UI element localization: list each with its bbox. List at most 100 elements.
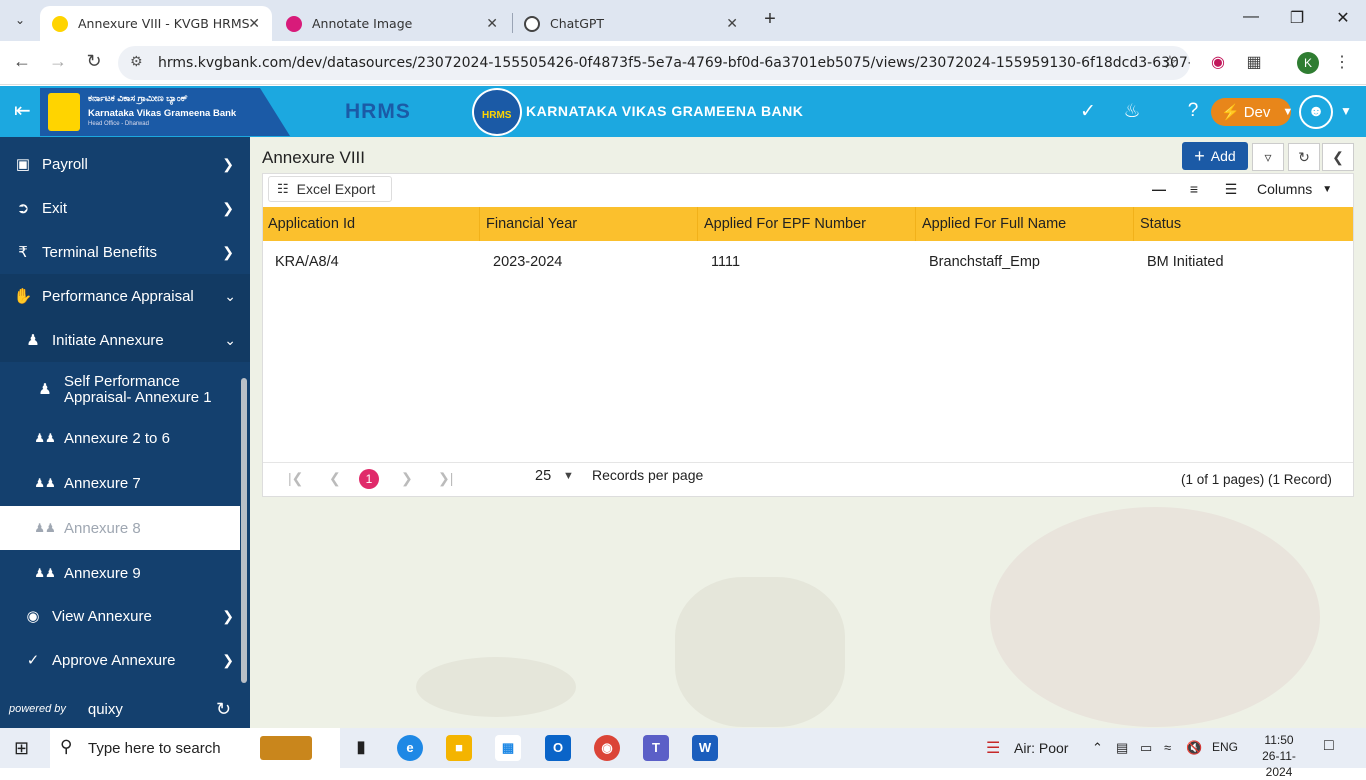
columns-dropdown[interactable]: Columns ▼	[1249, 177, 1345, 201]
browser-tab-active[interactable]: Annexure VIII - KVGB HRMS ✕	[40, 6, 272, 41]
column-divider[interactable]	[915, 207, 916, 241]
reload-icon[interactable]: ↻	[82, 51, 106, 72]
excel-export-button[interactable]: ☷ Excel Export	[268, 176, 392, 202]
column-header[interactable]: Applied For Full Name	[922, 216, 1066, 232]
chrome-icon[interactable]: ◉	[594, 735, 620, 761]
column-header[interactable]: Application Id	[268, 216, 355, 232]
user-avatar-icon[interactable]: ☻	[1299, 95, 1333, 129]
page-size-select[interactable]: 25	[535, 468, 551, 484]
restore-icon[interactable]: ❐	[1282, 8, 1312, 28]
address-bar[interactable]: ⚙ hrms.kvgbank.com/dev/datasources/23072…	[118, 46, 1190, 80]
caret-down-icon[interactable]: ▼	[563, 470, 574, 482]
menu-collapse-icon[interactable]: ⇤	[14, 98, 31, 123]
tasks-check-icon[interactable]: ✓	[1076, 100, 1100, 123]
table-cell[interactable]: 1111	[711, 254, 740, 270]
column-header[interactable]: Status	[1140, 216, 1181, 232]
exit-icon: ➲	[16, 200, 30, 217]
table-cell[interactable]: 2023-2024	[493, 254, 562, 270]
minimize-icon[interactable]: —	[1236, 8, 1266, 26]
collapse-icon[interactable]: ❮	[1322, 143, 1354, 171]
users-icon: ♟♟	[34, 566, 56, 580]
language-indicator[interactable]: ENG	[1212, 740, 1238, 754]
wifi-icon[interactable]: ≈	[1164, 740, 1171, 755]
extension-icon[interactable]: ◉	[1208, 52, 1228, 72]
clock-date: 26-11-2024	[1262, 749, 1296, 779]
prev-page-icon[interactable]: ❮	[329, 470, 341, 487]
windows-start-icon[interactable]: ⊞	[14, 738, 29, 759]
notification-center-icon[interactable]: □	[1324, 737, 1334, 755]
refresh-icon[interactable]: ↻	[1288, 143, 1320, 171]
column-divider[interactable]	[1133, 207, 1134, 241]
air-quality-text[interactable]: Air: Poor	[1014, 740, 1068, 756]
chevron-up-icon[interactable]: ⌃	[1092, 740, 1103, 756]
normal-view-icon[interactable]: ≡	[1180, 177, 1208, 201]
taskbar-search[interactable]: ⚲ Type here to search	[50, 728, 340, 768]
sidebar-item-performance-appraisal[interactable]: ✋ Performance Appraisal ⌄	[0, 274, 250, 318]
background-image	[416, 657, 576, 717]
taskbar-clock[interactable]: 11:50 26-11-2024	[1252, 732, 1306, 780]
kebab-menu-icon[interactable]: ⋮	[1332, 52, 1352, 72]
puzzle-icon[interactable]: ▦	[1244, 52, 1264, 72]
column-header[interactable]: Applied For EPF Number	[704, 216, 866, 232]
bookmark-star-icon[interactable]: ☆	[1162, 52, 1178, 73]
close-tab-icon[interactable]: ✕	[726, 16, 738, 32]
file-explorer-icon[interactable]: ■	[446, 735, 472, 761]
sidebar-item-view-annexure[interactable]: ◉ View Annexure ❯	[0, 594, 240, 638]
environment-switcher[interactable]: ⚡ Dev ▼	[1211, 98, 1293, 126]
edge-icon[interactable]: e	[397, 735, 423, 761]
close-tab-icon[interactable]: ✕	[248, 16, 260, 32]
word-icon[interactable]: W	[692, 735, 718, 761]
column-header[interactable]: Financial Year	[486, 216, 577, 232]
tab-search-dropdown[interactable]: ⌄	[8, 8, 32, 32]
browser-tab[interactable]: ChatGPT ✕	[512, 6, 750, 41]
sidebar-item-approve-annexure[interactable]: ✓ Approve Annexure ❯	[0, 638, 240, 682]
outlook-icon[interactable]: O	[545, 735, 571, 761]
new-tab-icon[interactable]: +	[758, 8, 782, 31]
table-cell[interactable]: BM Initiated	[1147, 254, 1224, 270]
browser-tab[interactable]: Annotate Image ✕	[274, 6, 510, 41]
column-divider[interactable]	[479, 207, 480, 241]
back-icon[interactable]: ←	[10, 51, 34, 72]
sidebar-item-initiate-annexure[interactable]: ♟ Initiate Annexure ⌄	[0, 318, 250, 362]
sidebar-item-exit[interactable]: ➲ Exit ❯	[0, 186, 240, 230]
sidebar-item-annexure-2-6[interactable]: ♟♟ Annexure 2 to 6	[0, 416, 240, 460]
sidebar-scrollbar[interactable]	[241, 378, 247, 683]
close-window-icon[interactable]: ✕	[1328, 8, 1358, 28]
column-divider[interactable]	[697, 207, 698, 241]
store-icon[interactable]: ▦	[495, 735, 521, 761]
first-page-icon[interactable]: |❮	[288, 470, 303, 487]
last-page-icon[interactable]: ❯|	[438, 470, 453, 487]
columns-label: Columns	[1257, 181, 1313, 197]
sidebar-item-terminal-benefits[interactable]: ₹ Terminal Benefits ❯	[0, 230, 240, 274]
notification-bell-icon[interactable]: ♨	[1120, 100, 1144, 123]
sidebar-item-label: Annexure 2 to 6	[64, 429, 170, 447]
filter-icon[interactable]: ▿	[1252, 143, 1284, 171]
table-cell[interactable]: KRA/A8/4	[275, 254, 339, 270]
site-info-icon[interactable]: ⚙	[130, 54, 143, 70]
help-icon[interactable]: ?	[1181, 100, 1205, 122]
sidebar-item-payroll[interactable]: ▣ Payroll ❯	[0, 142, 240, 186]
speaker-muted-icon[interactable]: 🔇	[1186, 740, 1202, 756]
sidebar-item-annexure-9[interactable]: ♟♟ Annexure 9	[0, 551, 240, 595]
refresh-icon[interactable]: ↻	[216, 699, 231, 720]
close-tab-icon[interactable]: ✕	[486, 16, 498, 32]
profile-avatar[interactable]: K	[1297, 52, 1319, 74]
user-menu-caret-icon[interactable]: ▼	[1340, 104, 1352, 118]
next-page-icon[interactable]: ❯	[401, 470, 413, 487]
battery-icon[interactable]: ▭	[1140, 740, 1152, 756]
sidebar-item-annexure-1[interactable]: ♟ Self Performance Appraisal- Annexure 1	[0, 370, 240, 410]
current-page[interactable]: 1	[359, 469, 379, 489]
teams-icon[interactable]: T	[643, 735, 669, 761]
sidebar-item-annexure-8[interactable]: ♟♟ Annexure 8	[0, 506, 240, 550]
forward-icon[interactable]: →	[46, 51, 70, 72]
task-view-icon[interactable]: ▮	[348, 735, 374, 761]
powered-by-text: powered by	[9, 703, 66, 715]
table-cell[interactable]: Branchstaff_Emp	[929, 254, 1040, 270]
comfortable-view-icon[interactable]: ☰	[1217, 177, 1245, 201]
compact-view-icon[interactable]: —	[1145, 177, 1173, 201]
add-button[interactable]: + Add	[1182, 142, 1248, 170]
chevron-right-icon: ❯	[222, 199, 234, 216]
sidebar-item-annexure-7[interactable]: ♟♟ Annexure 7	[0, 461, 240, 505]
network-icon[interactable]: ▤	[1116, 740, 1128, 756]
browser-toolbar: ← → ↻ ⚙ hrms.kvgbank.com/dev/datasources…	[0, 41, 1366, 85]
